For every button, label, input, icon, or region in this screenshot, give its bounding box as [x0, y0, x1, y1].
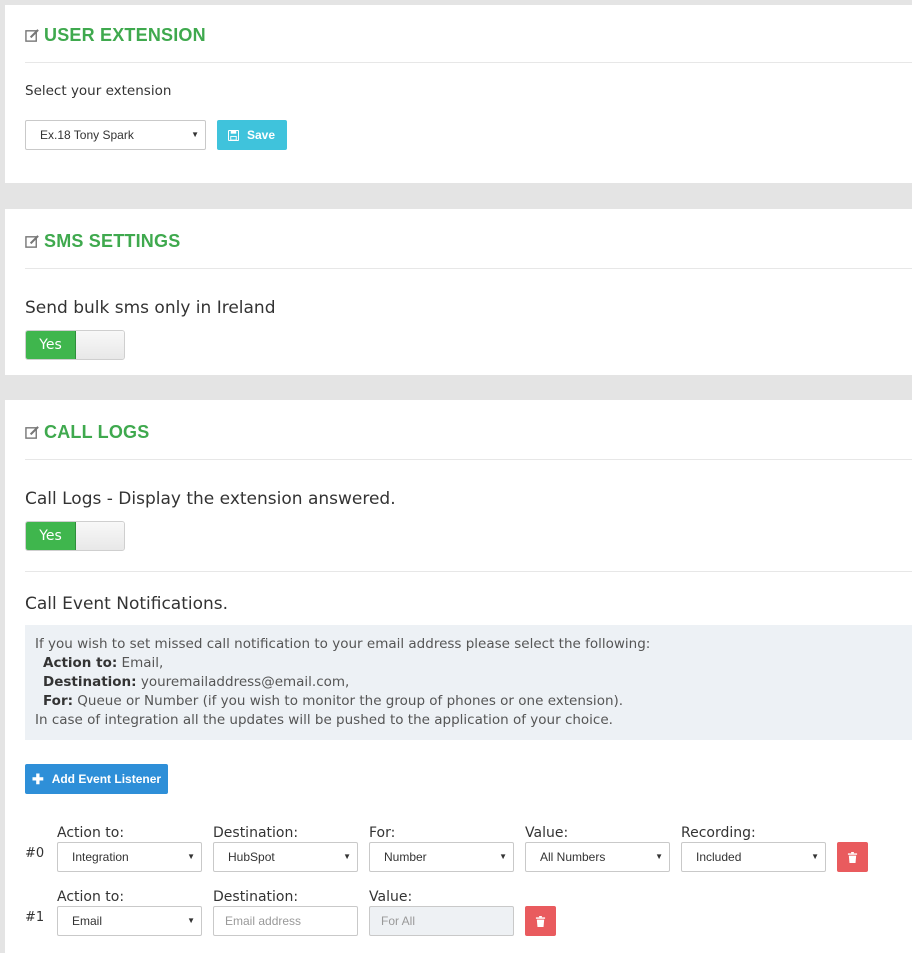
sms-settings-title: SMS SETTINGS [25, 231, 180, 252]
trash-icon [535, 915, 546, 927]
chevron-down-icon: ▼ [187, 916, 195, 925]
chevron-down-icon: ▼ [499, 852, 507, 861]
user-extension-title: USER EXTENSION [25, 25, 206, 46]
call-logs-label: Call Logs - Display the extension answer… [25, 489, 396, 509]
edit-icon [25, 235, 39, 248]
bulk-sms-toggle[interactable]: Yes [25, 330, 125, 360]
sms-settings-panel: SMS SETTINGS Send bulk sms only in Irela… [5, 209, 912, 375]
value-label: Value: [369, 889, 413, 905]
save-button[interactable]: Save [217, 120, 287, 150]
listener-index: #0 [25, 846, 45, 861]
destination-label: Destination: [213, 825, 299, 841]
info-line: For: Queue or Number (if you wish to mon… [43, 693, 624, 709]
value-select[interactable]: All Numbers ▼ [525, 842, 670, 872]
value-field: For All [369, 906, 514, 936]
toggle-on-label: Yes [26, 331, 76, 359]
value-label: Value: [525, 825, 569, 841]
chevron-down-icon: ▼ [655, 852, 663, 861]
notification-info-box: If you wish to set missed call notificat… [25, 625, 912, 740]
destination-label: Destination: [213, 889, 299, 905]
toggle-knob [76, 331, 124, 359]
action-label: Action to: [57, 889, 125, 905]
toggle-knob [76, 522, 124, 550]
select-extension-label: Select your extension [25, 83, 172, 99]
for-select[interactable]: Number ▼ [369, 842, 514, 872]
info-line: Action to: Email, [43, 655, 164, 671]
bulk-sms-label: Send bulk sms only in Ireland [25, 298, 276, 318]
recording-label: Recording: [681, 825, 756, 841]
divider [25, 459, 912, 460]
divider [25, 268, 912, 269]
delete-listener-button[interactable] [525, 906, 556, 936]
user-extension-panel: USER EXTENSION Select your extension Ex.… [5, 5, 912, 183]
action-select[interactable]: Integration ▼ [57, 842, 202, 872]
info-line: In case of integration all the updates w… [35, 712, 613, 728]
delete-listener-button[interactable] [837, 842, 868, 872]
action-select[interactable]: Email ▼ [57, 906, 202, 936]
toggle-on-label: Yes [26, 522, 76, 550]
call-event-notifications-title: Call Event Notifications. [25, 594, 229, 614]
chevron-down-icon: ▼ [811, 852, 819, 861]
floppy-disk-icon [228, 129, 239, 141]
plus-icon: ✚ [31, 770, 44, 787]
trash-icon [847, 851, 858, 863]
extension-select[interactable]: Ex.18 Tony Spark ▼ [25, 120, 206, 150]
divider [25, 571, 912, 572]
destination-select[interactable]: HubSpot ▼ [213, 842, 358, 872]
for-label: For: [369, 825, 396, 841]
listener-index: #1 [25, 910, 45, 925]
call-logs-title: CALL LOGS [25, 422, 149, 443]
action-label: Action to: [57, 825, 125, 841]
info-line: If you wish to set missed call notificat… [35, 636, 651, 652]
recording-select[interactable]: Included ▼ [681, 842, 826, 872]
call-logs-toggle[interactable]: Yes [25, 521, 125, 551]
add-event-listener-button[interactable]: ✚ Add Event Listener [25, 764, 168, 794]
info-line: Destination: youremailaddress@email.com, [43, 674, 350, 690]
chevron-down-icon: ▼ [187, 852, 195, 861]
chevron-down-icon: ▼ [191, 130, 199, 139]
email-address-field[interactable]: Email address [213, 906, 358, 936]
divider [25, 62, 912, 63]
chevron-down-icon: ▼ [343, 852, 351, 861]
edit-icon [25, 426, 39, 439]
edit-icon [25, 29, 39, 42]
